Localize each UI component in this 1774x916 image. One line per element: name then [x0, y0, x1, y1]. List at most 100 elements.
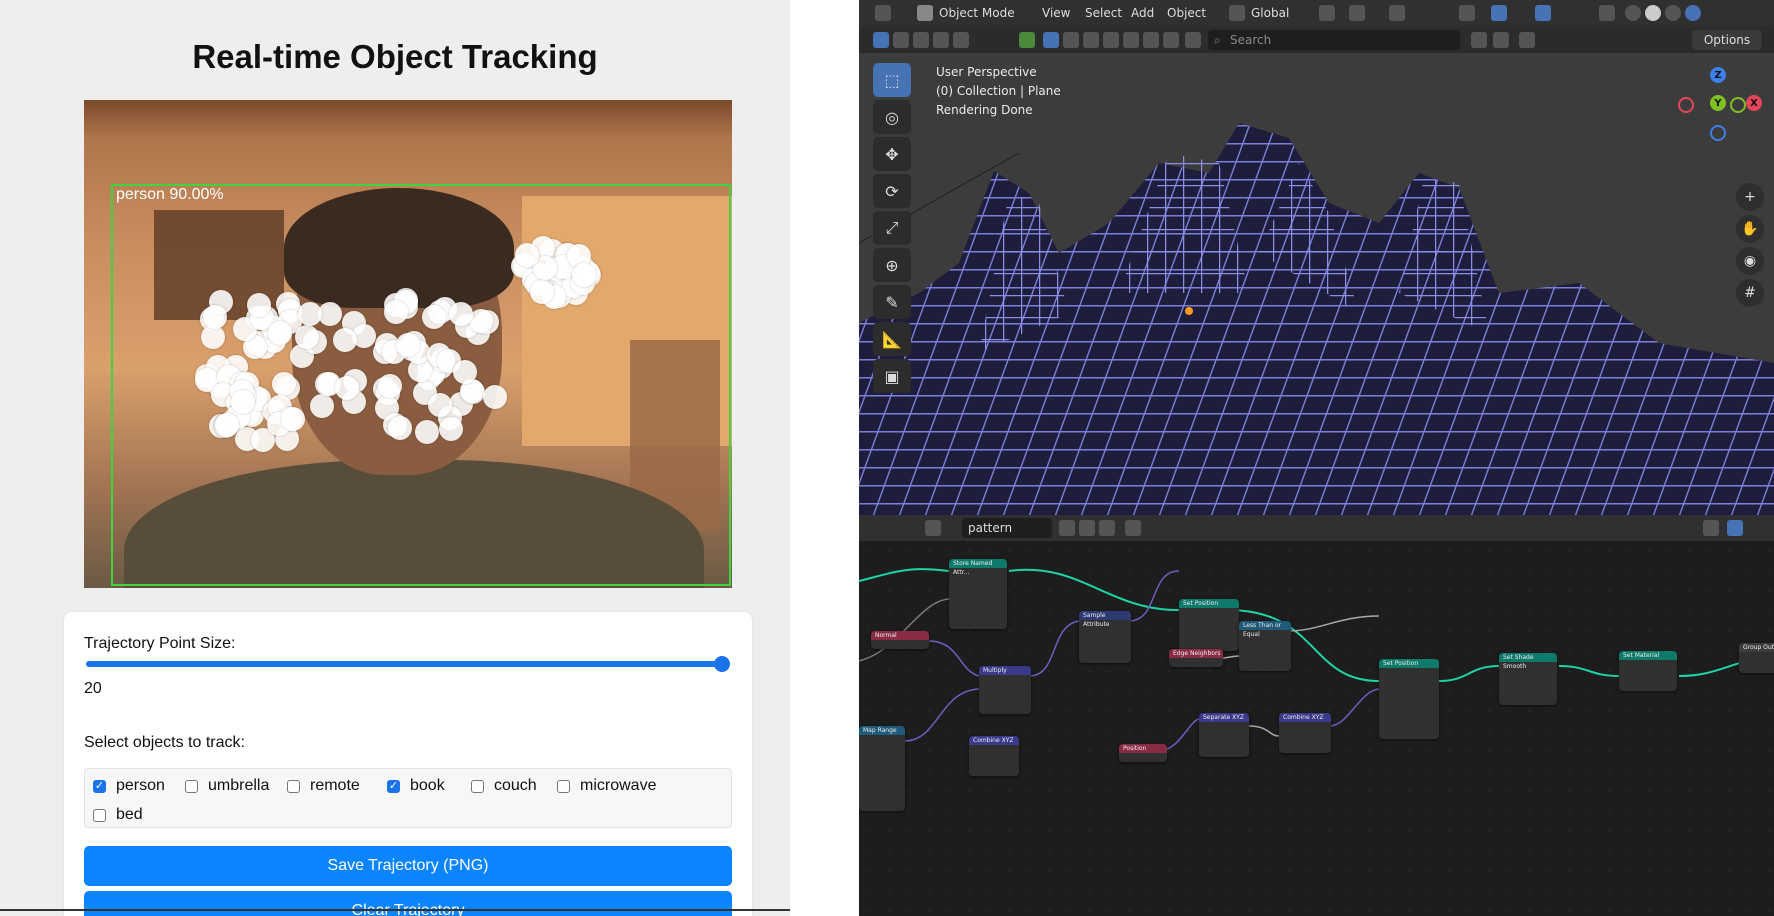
checkbox-couch[interactable]: couch: [471, 776, 537, 796]
camera-view-icon[interactable]: ◉: [1736, 247, 1764, 275]
light-filter-icon[interactable]: [1083, 32, 1099, 48]
checkbox-bed[interactable]: bed: [93, 805, 143, 825]
zoom-icon[interactable]: +: [1736, 183, 1764, 211]
solid-shading-icon[interactable]: [1645, 5, 1661, 21]
menu-select[interactable]: Select: [1085, 6, 1122, 20]
overlay-toggle-icon[interactable]: [1535, 5, 1551, 21]
3d-viewport[interactable]: User Perspective (0) Collection | Plane …: [859, 53, 1774, 515]
node-set-position-2[interactable]: Set Position: [1379, 659, 1439, 739]
select-tool-icon[interactable]: ⬚: [873, 63, 911, 97]
checkbox-remote[interactable]: remote: [287, 776, 360, 796]
snap-toggle-icon[interactable]: [1703, 520, 1719, 536]
curve-filter-icon[interactable]: [1063, 32, 1079, 48]
menu-add[interactable]: Add: [1131, 6, 1154, 20]
node-sample-attribute[interactable]: Sample Attribute: [1079, 611, 1131, 663]
node-map-range[interactable]: Map Range: [859, 726, 905, 811]
node-group-name-field[interactable]: pattern: [962, 518, 1052, 538]
add-cube-tool-icon[interactable]: ▣: [873, 359, 911, 393]
x-axis-icon[interactable]: X: [1746, 95, 1762, 111]
object-type-icon[interactable]: [1019, 32, 1035, 48]
node-combine-xyz[interactable]: Combine XYZ: [1279, 713, 1331, 753]
checkbox-icon[interactable]: [557, 779, 570, 793]
save-trajectory-button[interactable]: Save Trajectory (PNG): [84, 846, 732, 886]
checkbox-icon[interactable]: [93, 808, 106, 822]
node-editor-type-icon[interactable]: [925, 520, 941, 536]
select-extend-icon[interactable]: [913, 32, 929, 48]
transform-tool-icon[interactable]: ⊕: [873, 248, 911, 282]
pan-hand-icon[interactable]: ✋: [1736, 215, 1764, 243]
filter-icon[interactable]: [1519, 32, 1535, 48]
duplicate-icon[interactable]: [1079, 520, 1095, 536]
camera-filter-icon[interactable]: [1103, 32, 1119, 48]
visibility-icon[interactable]: [1459, 5, 1475, 21]
fake-user-shield-icon[interactable]: [1059, 520, 1075, 536]
select-invert-icon[interactable]: [953, 32, 969, 48]
pivot-icon[interactable]: [1319, 5, 1335, 21]
material-shading-icon[interactable]: [1665, 5, 1681, 21]
select-new-icon[interactable]: [893, 32, 909, 48]
search-input[interactable]: ⌕ Search: [1208, 30, 1460, 50]
node-position[interactable]: Position: [1119, 744, 1167, 762]
annotate-tool-icon[interactable]: ✎: [873, 285, 911, 319]
pin-icon[interactable]: [1125, 520, 1141, 536]
node-less-than-or-equal[interactable]: Less Than or Equal: [1239, 621, 1291, 671]
snap-icon[interactable]: [1349, 5, 1365, 21]
mesh-filter-icon[interactable]: [1043, 32, 1059, 48]
editor-type-icon[interactable]: [875, 5, 891, 21]
xray-icon[interactable]: [1599, 5, 1615, 21]
rotate-tool-icon[interactable]: ⟳: [873, 174, 911, 208]
bookmark-icon[interactable]: [1471, 32, 1487, 48]
checkbox-icon[interactable]: ✓: [93, 779, 106, 793]
checkbox-icon[interactable]: ✓: [387, 779, 400, 793]
scale-tool-icon[interactable]: ⤢: [873, 211, 911, 245]
select-box-icon[interactable]: [873, 32, 889, 48]
node-multiply[interactable]: Multiply: [979, 666, 1031, 714]
node-combine-xyz-2[interactable]: Combine XYZ: [969, 736, 1019, 776]
checkbox-umbrella[interactable]: umbrella: [185, 776, 269, 796]
point-size-slider-track[interactable]: [86, 661, 722, 667]
move-tool-icon[interactable]: ✥: [873, 137, 911, 171]
z-axis-icon[interactable]: Z: [1710, 67, 1726, 83]
checkbox-person[interactable]: ✓ person: [93, 776, 165, 796]
checkbox-icon[interactable]: [185, 779, 198, 793]
neg-x-axis-icon[interactable]: [1678, 97, 1694, 113]
navigation-gizmo[interactable]: Z Y X: [1666, 63, 1766, 143]
menu-object[interactable]: Object: [1167, 6, 1206, 20]
checkbox-book[interactable]: ✓ book: [387, 776, 445, 796]
neg-y-axis-icon[interactable]: [1730, 97, 1746, 113]
node-store-named-attribute[interactable]: Store Named Attr...: [949, 559, 1007, 629]
y-axis-icon[interactable]: Y: [1710, 95, 1726, 111]
node-edge-neighbors[interactable]: Edge Neighbors: [1169, 649, 1223, 667]
proportional-edit-icon[interactable]: [1389, 5, 1405, 21]
cursor-tool-icon[interactable]: ◎: [873, 100, 911, 134]
node-separate-xyz[interactable]: Separate XYZ: [1199, 713, 1249, 757]
menu-view[interactable]: View: [1042, 6, 1070, 20]
overlay-icon[interactable]: [1727, 520, 1743, 536]
clear-trajectory-button[interactable]: Clear Trajectory: [84, 891, 732, 916]
transform-orientation-dropdown[interactable]: Global: [1251, 6, 1289, 20]
node-set-shade-smooth[interactable]: Set Shade Smooth: [1499, 653, 1557, 705]
geometry-node-editor[interactable]: Store Named Attr... Set Position Set Pos…: [859, 541, 1774, 916]
armature-filter-icon[interactable]: [1163, 32, 1179, 48]
hierarchy-icon[interactable]: [1493, 32, 1509, 48]
checkbox-icon[interactable]: [471, 779, 484, 793]
node-set-material[interactable]: Set Material: [1619, 651, 1677, 691]
wireframe-shading-icon[interactable]: [1625, 5, 1641, 21]
node-normal[interactable]: Normal: [871, 631, 929, 649]
options-dropdown[interactable]: Options: [1692, 30, 1762, 50]
rendered-shading-icon[interactable]: [1685, 5, 1701, 21]
measure-tool-icon[interactable]: 📐: [873, 322, 911, 356]
other-filter-icon[interactable]: [1143, 32, 1159, 48]
ortho-grid-icon[interactable]: #: [1736, 279, 1764, 307]
empty-filter-icon[interactable]: [1123, 32, 1139, 48]
node-set-position[interactable]: Set Position: [1179, 599, 1239, 651]
mode-dropdown[interactable]: Object Mode: [939, 6, 1015, 20]
neg-z-axis-icon[interactable]: [1710, 125, 1726, 141]
checkbox-microwave[interactable]: microwave: [557, 776, 656, 796]
gizmo-toggle-icon[interactable]: [1491, 5, 1507, 21]
gpencil-filter-icon[interactable]: [1185, 32, 1201, 48]
select-subtract-icon[interactable]: [933, 32, 949, 48]
checkbox-icon[interactable]: [287, 779, 300, 793]
node-group-output[interactable]: Group Output: [1739, 643, 1774, 673]
point-size-slider-handle[interactable]: [714, 656, 730, 672]
